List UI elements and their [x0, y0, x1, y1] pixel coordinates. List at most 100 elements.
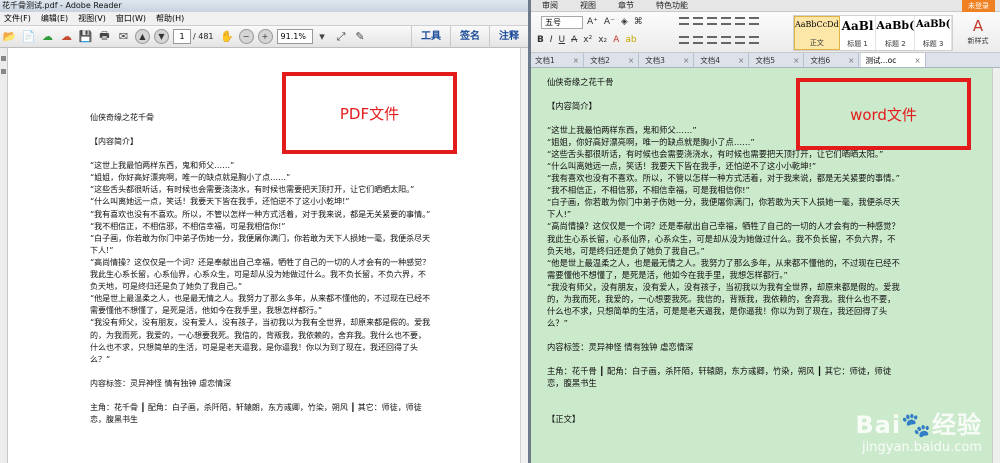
save-icon[interactable]: 💾	[78, 29, 93, 44]
italic-icon[interactable]: I	[550, 35, 553, 45]
bookmark-icon[interactable]	[1, 69, 6, 74]
paragraph: “我有喜欢也没有不喜欢。所以，不管以怎样一种方式活着，对于我来说，都是无关紧要的…	[90, 209, 431, 219]
tab-view[interactable]: 视图	[569, 0, 607, 11]
paragraph: “这世上我最怕两样东西，鬼和师父……”	[90, 161, 235, 171]
decrease-indent-icon[interactable]	[707, 17, 717, 25]
close-icon[interactable]: ×	[793, 53, 799, 68]
doc-tab[interactable]: 文档1 ×	[531, 53, 585, 68]
increase-indent-icon[interactable]	[721, 17, 731, 25]
superscript-icon[interactable]: x²	[583, 35, 592, 45]
doc-tab-active[interactable]: 测试...oc ×	[861, 53, 926, 68]
paragraph	[547, 329, 902, 341]
pdf-vertical-scrollbar[interactable]	[520, 48, 528, 463]
style-normal[interactable]: AaBbCcDd 正文	[794, 16, 840, 50]
baidu-jingyan-watermark: Bai🐾经验 jingyan.baidu.com	[855, 405, 982, 455]
new-style-button[interactable]: A 新样式	[959, 16, 997, 50]
print-icon[interactable]: 🖶	[97, 29, 112, 44]
email-icon[interactable]: ✉	[116, 29, 131, 44]
zoom-out-icon[interactable]: −	[238, 29, 254, 44]
open-folder-icon[interactable]: 📂	[2, 29, 17, 44]
justify-icon[interactable]	[721, 36, 731, 44]
menu-edit[interactable]: 编辑(E)	[41, 12, 68, 25]
close-icon[interactable]: ×	[573, 53, 579, 68]
new-style-label: 新样式	[967, 37, 989, 45]
pdf-window-title: 花千骨测试.pdf - Adobe Reader	[0, 0, 528, 12]
underline-icon[interactable]: U	[559, 35, 566, 45]
style-heading-3[interactable]: AaBb( 标题 3	[915, 16, 953, 50]
doc-tab-label: 文档6	[810, 55, 831, 65]
word-vertical-scrollbar[interactable]	[992, 68, 1000, 463]
close-icon[interactable]: ×	[914, 53, 920, 68]
close-icon[interactable]: ×	[683, 53, 689, 68]
paragraph: 内容标签：灵异神怪 情有独钟 虐恋情深	[547, 341, 694, 352]
menu-file[interactable]: 文件(F)	[4, 12, 31, 25]
style-name: 标题 1	[847, 40, 868, 48]
strikethrough-icon[interactable]: A	[571, 35, 577, 45]
style-sample: AaBl	[841, 19, 874, 33]
sign-button[interactable]: 签名	[450, 26, 489, 48]
close-icon[interactable]: ×	[628, 53, 634, 68]
doc-tab[interactable]: 文档6 ×	[806, 53, 860, 68]
doc-tab[interactable]: 文档5 ×	[751, 53, 805, 68]
doc-tab[interactable]: 文档3 ×	[641, 53, 695, 68]
paragraph: “高尚情操？这仅仅是一个词？还是奉献出自己幸福，牺牲了自己的一切的人才会有的一种…	[547, 221, 900, 256]
cloud-share-icon[interactable]: ☁	[59, 29, 74, 44]
page-number-input[interactable]: 1	[173, 29, 191, 44]
login-button[interactable]: 未登录	[962, 0, 995, 12]
align-right-icon[interactable]	[707, 36, 717, 44]
doc-tab[interactable]: 文档4 ×	[696, 53, 750, 68]
align-center-icon[interactable]	[693, 36, 703, 44]
grow-font-icon[interactable]: A⁺	[587, 17, 598, 27]
font-color-icon[interactable]: A	[613, 35, 619, 45]
pan-hand-icon[interactable]: ✋	[220, 29, 235, 44]
number-list-icon[interactable]	[693, 17, 703, 25]
doc-tab-label: 测试...oc	[865, 55, 897, 65]
pinyin-icon[interactable]: ⌘	[634, 17, 643, 27]
zoom-level-select[interactable]: 91.1%	[276, 29, 313, 44]
shrink-font-icon[interactable]: A⁻	[604, 17, 615, 27]
paragraph: “我有喜欢也没有不喜欢。所以，不管以怎样一种方式活着，对于我来说，都是无关紧要的…	[547, 173, 900, 184]
zoom-dropdown-icon[interactable]: ▾	[315, 29, 330, 44]
align-left-icon[interactable]	[679, 36, 689, 44]
fill-sign-icon[interactable]: ✎	[353, 29, 368, 44]
wps-writer-window: 审阅 视图 章节 特色功能 未登录 五号 A⁺ A⁻ ◈ ⌘ B I U A x…	[531, 0, 1000, 463]
page-down-icon[interactable]: ▼	[154, 29, 169, 44]
style-heading-1[interactable]: AaBl 标题 1	[840, 16, 877, 50]
sort-icon[interactable]	[735, 17, 745, 25]
menu-window[interactable]: 窗口(W)	[116, 12, 146, 25]
create-pdf-icon[interactable]: 📄	[21, 29, 36, 44]
borders-icon[interactable]	[749, 36, 759, 44]
menu-view[interactable]: 视图(V)	[78, 12, 106, 25]
bold-icon[interactable]: B	[537, 35, 544, 45]
bullet-list-icon[interactable]	[679, 17, 689, 25]
zoom-in-icon[interactable]: +	[257, 29, 273, 44]
style-heading-2[interactable]: AaBb( 标题 2	[876, 16, 916, 50]
comment-button[interactable]: 注释	[489, 26, 528, 48]
tools-button[interactable]: 工具	[411, 26, 450, 48]
font-size-select[interactable]: 五号	[541, 16, 583, 29]
watermark-url: jingyan.baidu.com	[862, 440, 982, 455]
close-icon[interactable]: ×	[848, 53, 854, 68]
tab-chapter[interactable]: 章节	[607, 0, 645, 11]
doc-tab[interactable]: 文档2 ×	[586, 53, 640, 68]
pdf-file-label: PDF文件	[282, 72, 457, 154]
paragraph: “我不相信正，不相信邪，不相信幸福，可是我相信你!”	[90, 221, 286, 231]
menu-help[interactable]: 帮助(H)	[156, 12, 184, 25]
pdf-navigation-pane[interactable]	[0, 48, 8, 463]
clear-format-icon[interactable]: ◈	[621, 17, 628, 27]
tab-review[interactable]: 审阅	[531, 0, 569, 11]
style-sample: AaBbCcDd	[795, 20, 839, 29]
tab-special-features[interactable]: 特色功能	[645, 0, 699, 11]
paragraph: “高尚情操？这仅仅是一个词？还是奉献出自己幸福，牺牲了自己的一切的人才会有的一种…	[90, 257, 431, 292]
pdf-document-text: 仙侠奇缘之花千骨 【内容简介】 “这世上我最怕两样东西，鬼和师父……” “姐姐，你好高…	[90, 112, 432, 426]
highlight-icon[interactable]: ab	[625, 35, 636, 45]
close-icon[interactable]: ×	[738, 53, 744, 68]
line-spacing-icon[interactable]	[735, 36, 745, 44]
fit-page-icon[interactable]: ⤢	[334, 29, 349, 44]
paragraph: “我没有师父，没有朋友，没有爱人，没有孩子，当初我以为我有全世界，却原来都是假的…	[90, 318, 431, 364]
cloud-upload-icon[interactable]: ☁	[40, 29, 55, 44]
subscript-icon[interactable]: x₂	[598, 35, 607, 45]
show-marks-icon[interactable]	[749, 17, 759, 25]
page-up-icon[interactable]: ▲	[135, 29, 150, 44]
thumbnail-icon[interactable]	[1, 56, 6, 61]
